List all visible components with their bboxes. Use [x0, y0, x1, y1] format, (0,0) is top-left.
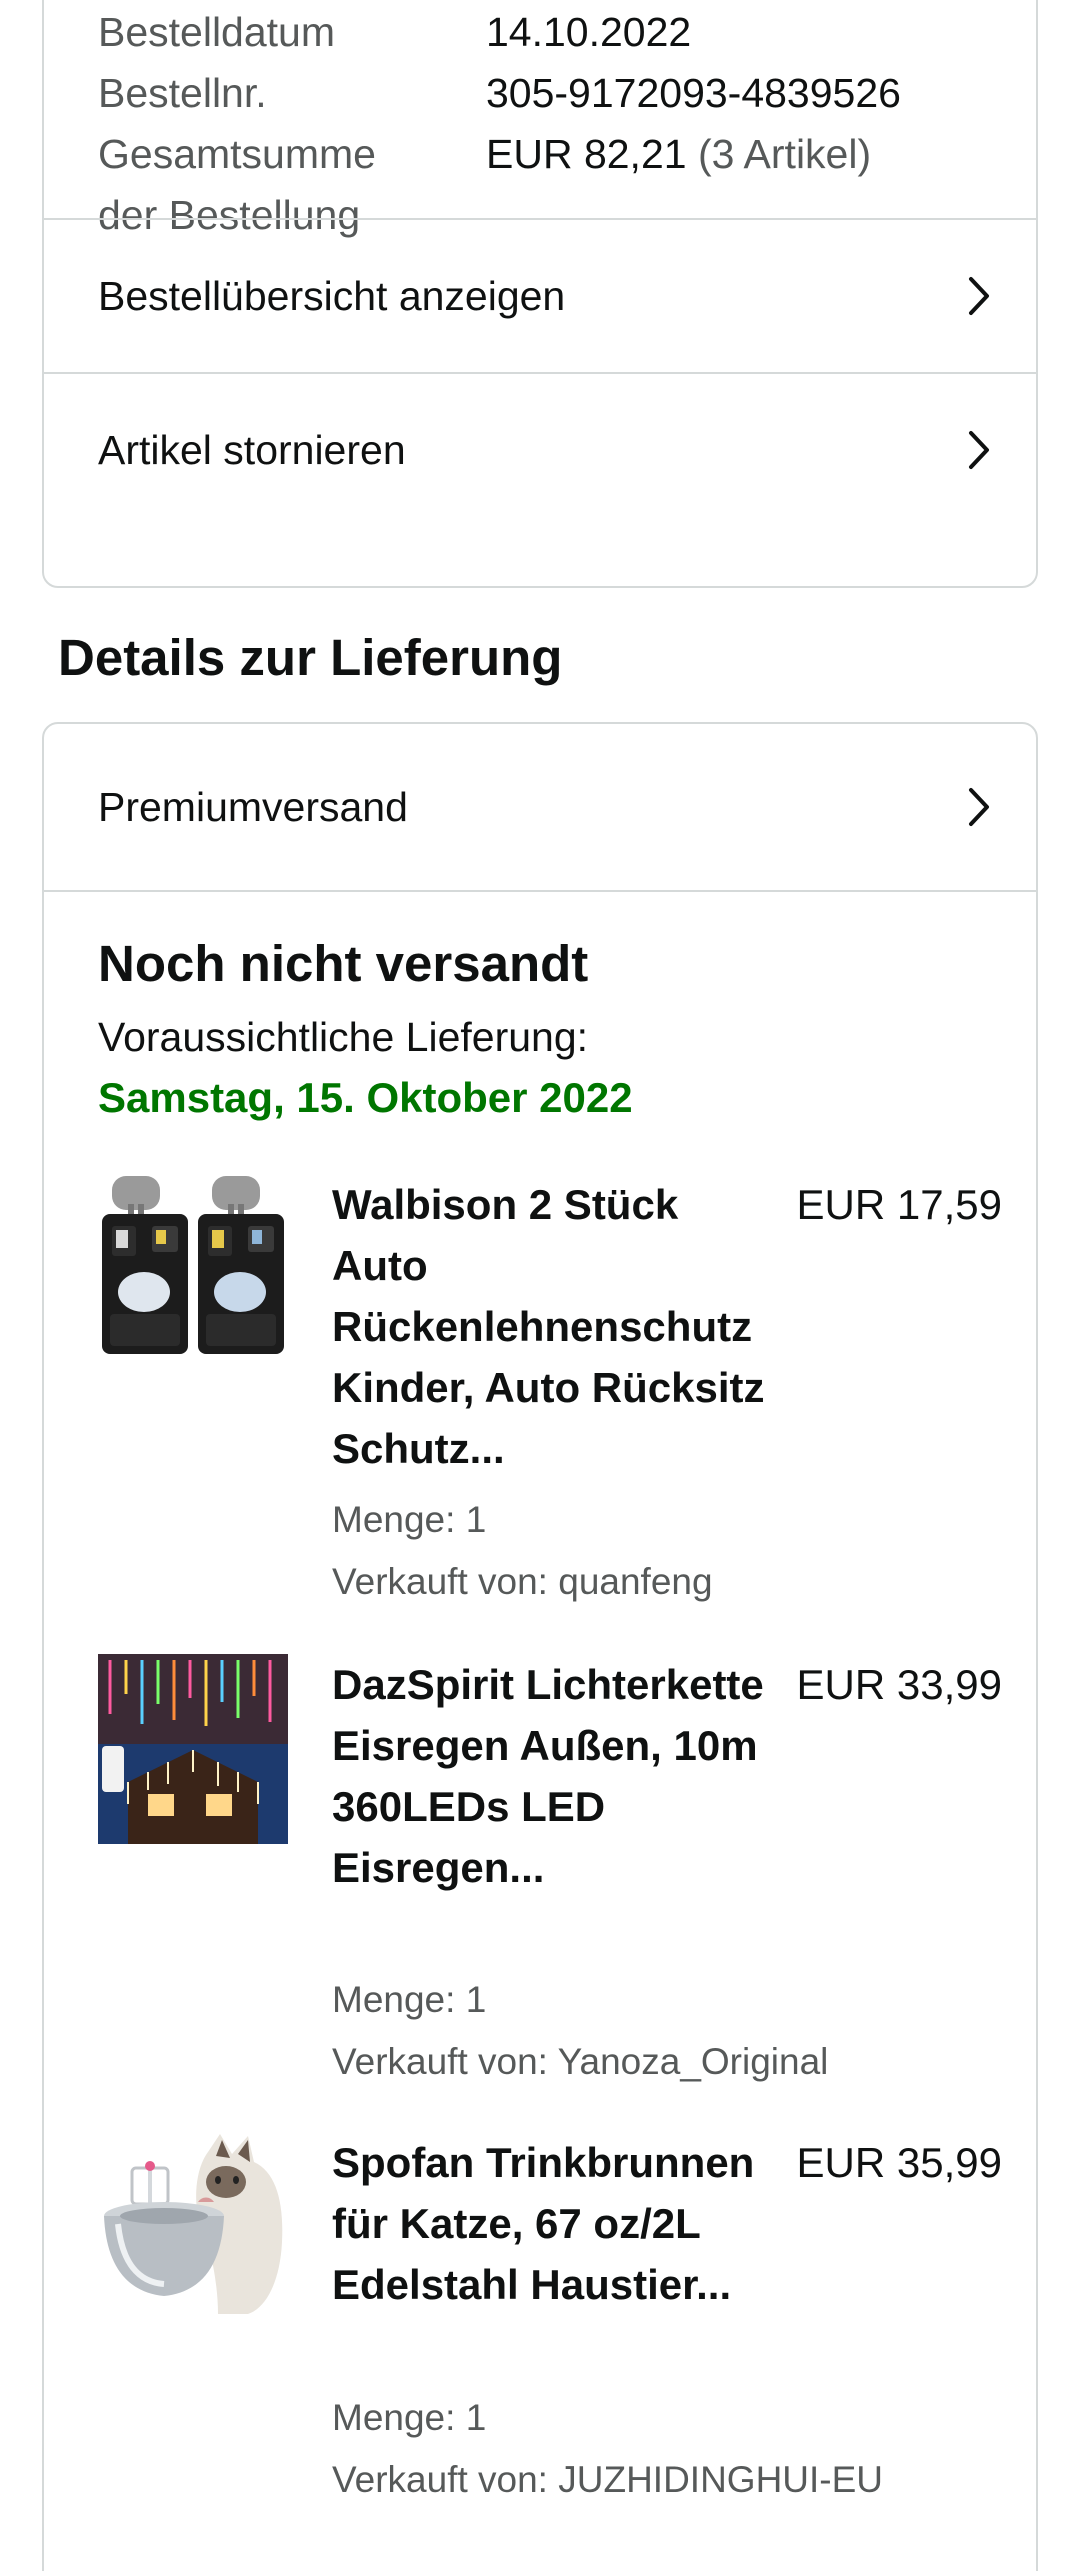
chevron-right-icon [962, 784, 996, 830]
item-title-link[interactable]: Walbison 2 Stück Auto Rückenlehnenschutz… [332, 1174, 782, 1479]
item-quantity: Menge: 1 [332, 2397, 487, 2438]
item-seller: Verkauft von: Yanoza_Original [332, 2041, 829, 2082]
string-lights-image[interactable] [98, 1654, 288, 1844]
cancel-items-link[interactable]: Artikel stornieren [44, 372, 1036, 526]
chevron-right-icon [962, 427, 996, 473]
shipment-status: Noch nicht versandt [98, 935, 589, 992]
eta-label: Voraussichtliche Lieferung: [98, 1014, 589, 1060]
item-price: EUR 33,99 [796, 1661, 1002, 1708]
order-summary-card: Bestelldatum 14.10.2022 Bestellnr. 305-9… [42, 0, 1038, 588]
item-title-link[interactable]: DazSpirit Lichterkette Eisregen Außen, 1… [332, 1654, 782, 1898]
shipping-method-link[interactable]: Premiumversand [44, 724, 1036, 892]
view-order-summary-link[interactable]: Bestellübersicht anzeigen [44, 218, 1036, 372]
order-date-row: Bestelldatum 14.10.2022 [98, 2, 1006, 63]
order-date-value: 14.10.2022 [486, 9, 692, 55]
chevron-right-icon [962, 273, 996, 319]
item-seller: Verkauft von: JUZHIDINGHUI-EU [332, 2459, 884, 2500]
order-date-label: Bestelldatum [98, 9, 336, 55]
view-order-summary-label: Bestellübersicht anzeigen [98, 272, 566, 319]
order-number-value: 305-9172093-4839526 [486, 70, 901, 116]
cat-fountain-image[interactable] [98, 2132, 288, 2322]
order-number-row: Bestellnr. 305-9172093-4839526 [98, 63, 1006, 124]
item-quantity: Menge: 1 [332, 1499, 487, 1540]
item-title-link[interactable]: Spofan Trinkbrunnen für Katze, 67 oz/2L … [332, 2132, 782, 2315]
order-total-row: Gesamtsumme EUR 82,21 (3 Artikel) [98, 124, 1006, 185]
order-info: Bestelldatum 14.10.2022 Bestellnr. 305-9… [98, 2, 1006, 246]
delivery-card: Premiumversand Noch nicht versandt Vorau… [42, 722, 1038, 2571]
order-total-value: EUR 82,21 (3 Artikel) [486, 124, 871, 185]
item-seller: Verkauft von: quanfeng [332, 1561, 713, 1602]
cancel-items-label: Artikel stornieren [98, 426, 406, 473]
delivery-details-heading: Details zur Lieferung [58, 629, 563, 686]
item-price: EUR 35,99 [796, 2139, 1002, 2186]
car-seat-organizer-image[interactable] [98, 1174, 288, 1364]
item-quantity: Menge: 1 [332, 1979, 487, 2020]
order-total-amount: EUR 82,21 [486, 131, 687, 177]
item-price: EUR 17,59 [796, 1181, 1002, 1228]
order-details-page: Bestelldatum 14.10.2022 Bestellnr. 305-9… [0, 0, 1080, 2571]
order-item-count: (3 Artikel) [697, 131, 872, 177]
order-total-label: Gesamtsumme [98, 131, 376, 177]
order-number-label: Bestellnr. [98, 70, 267, 116]
eta-date: Samstag, 15. Oktober 2022 [98, 1074, 633, 1121]
shipping-method-label: Premiumversand [98, 783, 408, 830]
